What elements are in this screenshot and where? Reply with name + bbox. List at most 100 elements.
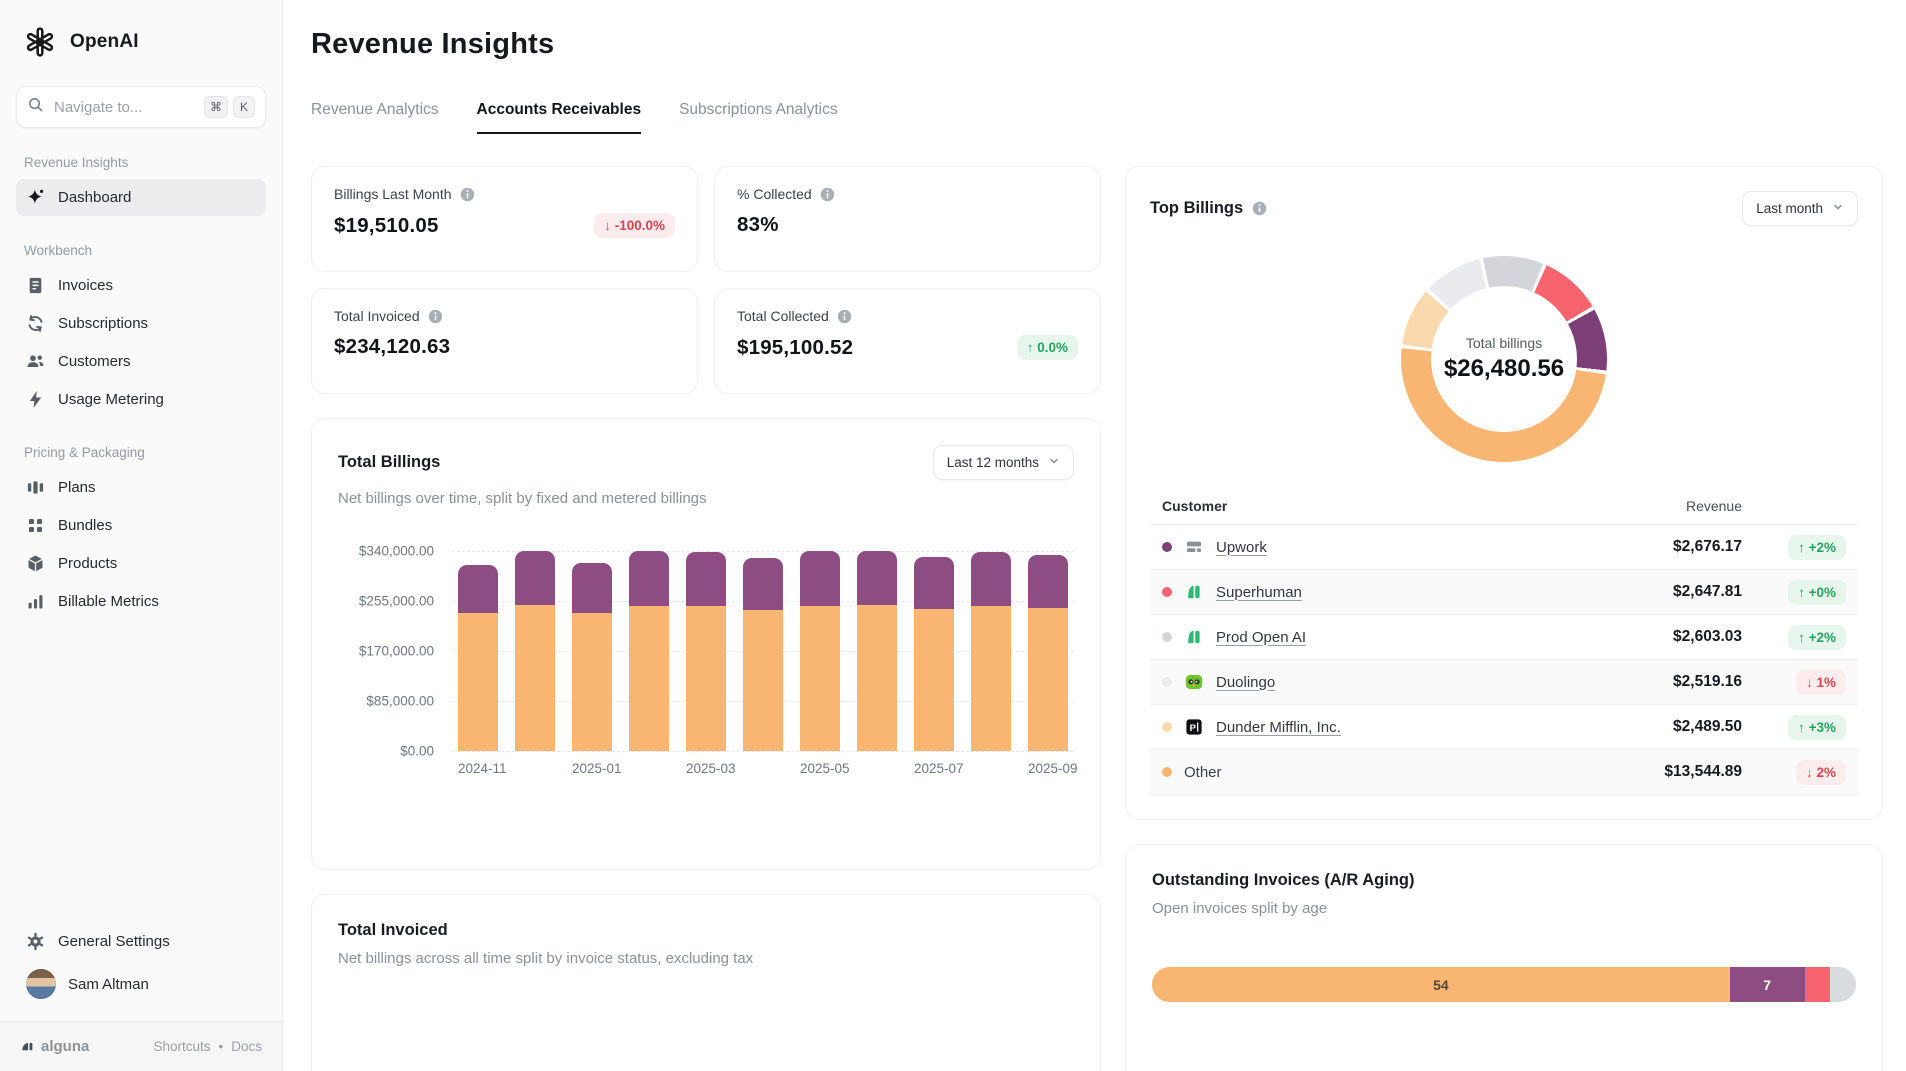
- sidebar-item-customers[interactable]: Customers: [16, 343, 266, 380]
- series-color-dot: [1162, 542, 1172, 552]
- x-tick-label: [629, 761, 669, 776]
- shortcuts-link[interactable]: Shortcuts: [153, 1039, 210, 1054]
- customer-link-duolingo[interactable]: Duolingo: [1216, 674, 1275, 691]
- table-header: Customer Revenue: [1150, 488, 1858, 525]
- y-axis: $340,000.00$255,000.00$170,000.00$85,000…: [338, 551, 434, 751]
- refresh-icon: [26, 314, 45, 333]
- bar-segment-metered: [1028, 555, 1068, 608]
- sidebar-nav: Revenue Insights Dashboard Workbench Invoic…: [16, 155, 266, 620]
- bar-segment-fixed: [515, 605, 555, 751]
- docs-link[interactable]: Docs: [231, 1039, 262, 1054]
- sidebar-item-plans[interactable]: Plans: [16, 469, 266, 506]
- sparkle-icon: [26, 188, 45, 207]
- bar-segment-fixed: [629, 606, 669, 751]
- billings-range-select[interactable]: Last 12 months: [933, 445, 1074, 480]
- sidebar-item-subscriptions[interactable]: Subscriptions: [16, 305, 266, 342]
- revenue-value: $2,519.16: [1673, 673, 1742, 691]
- total-invoiced-title: Total Invoiced: [338, 921, 448, 940]
- x-tick-label: 2025-05: [800, 761, 840, 776]
- total-invoiced-card: Total Invoiced Net billings across all t…: [311, 894, 1101, 1071]
- search-placeholder: Navigate to...: [54, 99, 194, 116]
- tab-revenue-analytics[interactable]: Revenue Analytics: [311, 101, 439, 134]
- gear-icon: [26, 932, 45, 951]
- superhuman-logo-icon: [1184, 582, 1204, 602]
- kpi-label: % Collected: [737, 186, 812, 202]
- user-menu[interactable]: Sam Altman: [16, 961, 266, 1007]
- col-revenue: Revenue: [1686, 498, 1742, 514]
- plans-icon: [26, 478, 45, 497]
- customer-link-dunder-mifflin-inc[interactable]: Dunder Mifflin, Inc.: [1216, 719, 1341, 736]
- aging-segment: [1830, 967, 1856, 1002]
- sidebar-item-label: Billable Metrics: [58, 593, 159, 610]
- bar-segment-fixed: [572, 613, 612, 751]
- bar-segment-fixed: [800, 606, 840, 751]
- customer-link-superhuman[interactable]: Superhuman: [1216, 584, 1302, 601]
- aging-segment: [1805, 967, 1831, 1002]
- general-settings-button[interactable]: General Settings: [16, 923, 266, 960]
- chevron-down-icon: [1832, 201, 1844, 216]
- top-billings-card: Top Billings Last month: [1125, 166, 1883, 820]
- top-billings-title: Top Billings: [1150, 199, 1243, 218]
- bar-chart-icon: [26, 592, 45, 611]
- bar-segment-fixed: [458, 613, 498, 751]
- customer-link-upwork[interactable]: Upwork: [1216, 539, 1267, 556]
- alguna-wordmark: alguna: [41, 1038, 89, 1055]
- stacked-bar-2025-09: [1028, 555, 1068, 751]
- sidebar-item-invoices[interactable]: Invoices: [16, 267, 266, 304]
- sidebar-item-label: Subscriptions: [58, 315, 148, 332]
- sidebar-item-billable-metrics[interactable]: Billable Metrics: [16, 583, 266, 620]
- dot-separator: •: [219, 1039, 224, 1054]
- revenue-value: $2,676.17: [1673, 538, 1742, 556]
- kpi-value: $195,100.52: [737, 336, 853, 360]
- y-tick-label: $0.00: [400, 744, 434, 759]
- plot-area: [452, 551, 1074, 751]
- table-row-prod-open-ai: Prod Open AI$2,603.03↑ +2%: [1150, 615, 1858, 660]
- nav-section-revenue-insights: Revenue Insights: [24, 155, 258, 170]
- upwork-logo-icon: [1184, 537, 1204, 557]
- sidebar-item-bundles[interactable]: Bundles: [16, 507, 266, 544]
- top-billings-range-value: Last month: [1756, 201, 1823, 216]
- search-input[interactable]: Navigate to... ⌘ K: [16, 86, 266, 128]
- kpi-change-badge: ↑ 0.0%: [1017, 335, 1078, 360]
- bar-segment-fixed: [914, 609, 954, 751]
- nav-section-workbench: Workbench: [24, 243, 258, 258]
- sidebar-item-label: Dashboard: [58, 189, 131, 206]
- openai-logo-icon: [22, 24, 58, 60]
- tab-accounts-receivables[interactable]: Accounts Receivables: [477, 101, 642, 134]
- stacked-bar-2025-08: [971, 552, 1011, 751]
- sidebar-item-products[interactable]: Products: [16, 545, 266, 582]
- total-billings-title: Total Billings: [338, 453, 440, 472]
- sidebar-footer: alguna Shortcuts • Docs: [0, 1021, 282, 1071]
- kpi-grid: Billings Last Month$19,510.05↓ -100.0%% …: [311, 166, 1101, 394]
- donut-center: Total billings $26,480.56: [1431, 286, 1577, 432]
- kpi-card-billings-last-month: Billings Last Month$19,510.05↓ -100.0%: [311, 166, 698, 272]
- kpi-value: $19,510.05: [334, 214, 439, 238]
- stacked-bar-2025-07: [914, 557, 954, 751]
- aging-segment: 7: [1730, 967, 1805, 1002]
- bolt-icon: [26, 390, 45, 409]
- sidebar-item-dashboard[interactable]: Dashboard: [16, 179, 266, 216]
- x-tick-label: [515, 761, 555, 776]
- dunder-logo-icon: P: [1184, 717, 1204, 737]
- customer-link-prod-open-ai[interactable]: Prod Open AI: [1216, 629, 1306, 646]
- table-row-upwork: Upwork$2,676.17↑ +2%: [1150, 525, 1858, 570]
- kpi-label: Billings Last Month: [334, 186, 452, 202]
- bar-segment-metered: [857, 551, 897, 605]
- bar-segment-fixed: [1028, 608, 1068, 751]
- bar-segment-fixed: [971, 606, 1011, 751]
- bar-segment-metered: [800, 551, 840, 606]
- stacked-bar-2024-11: [458, 565, 498, 751]
- sidebar-item-label: Invoices: [58, 277, 113, 294]
- sidebar-item-label: Bundles: [58, 517, 112, 534]
- main-content: Revenue Insights Revenue AnalyticsAccoun…: [283, 0, 1906, 1071]
- table-row-superhuman: Superhuman$2,647.81↑ +0%: [1150, 570, 1858, 615]
- kpi-value: 83%: [737, 213, 779, 237]
- kpi-label: Total Invoiced: [334, 308, 420, 324]
- kpi-card-total-collected: Total Collected$195,100.52↑ 0.0%: [714, 288, 1101, 394]
- user-name: Sam Altman: [68, 976, 149, 993]
- bar-segment-metered: [914, 557, 954, 609]
- x-tick-label: 2025-03: [686, 761, 726, 776]
- tab-subscriptions-analytics[interactable]: Subscriptions Analytics: [679, 101, 838, 134]
- sidebar-item-usage-metering[interactable]: Usage Metering: [16, 381, 266, 418]
- top-billings-range-select[interactable]: Last month: [1742, 191, 1858, 226]
